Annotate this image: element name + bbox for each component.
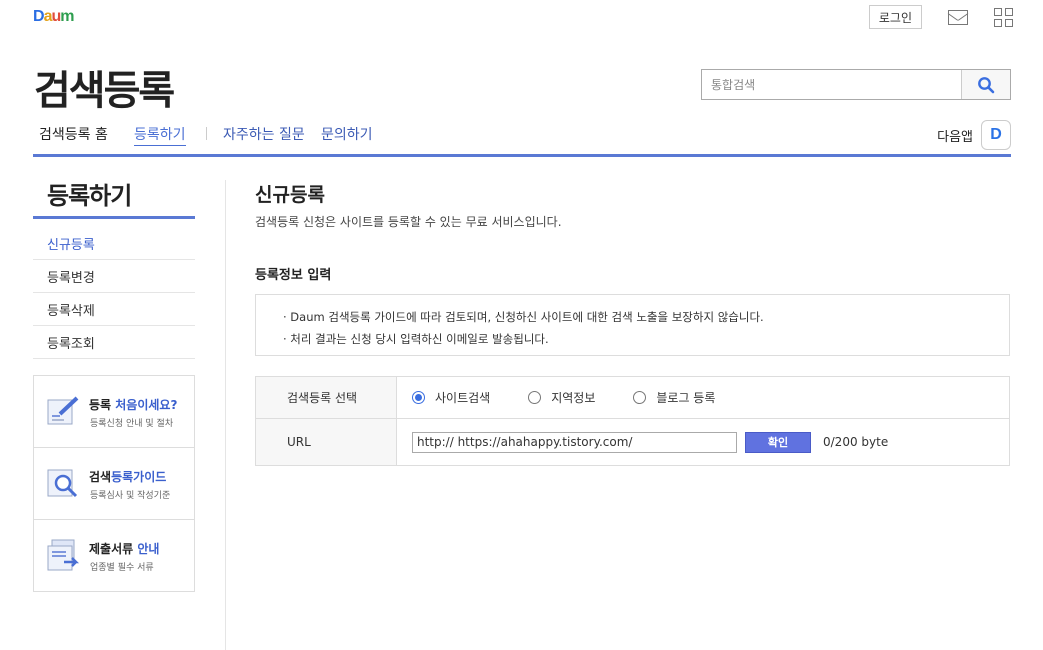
sidebar-item-new[interactable]: 신규등록 [33,227,195,260]
info-links: 등록 처음이세요? 등록신청 안내 및 절차 검색등록가이드 등록심사 및 작성… [33,375,195,592]
top-utility: 로그인 [868,5,1013,29]
sidebar-menu: 신규등록 등록변경 등록삭제 등록조회 [33,227,195,359]
url-controls: 확인 0/200 byte [397,419,1009,465]
main-nav: 검색등록 홈 등록하기 자주하는 질문 문의하기 다음앱 D [33,118,1011,157]
radio-label: 사이트검색 [435,391,491,405]
daum-app-label: 다음앱 [937,129,973,145]
section-title: 등록정보 입력 [255,268,332,283]
sidebar-title-underline [33,216,195,219]
radio-blog[interactable]: 블로그 등록 [633,389,715,406]
nav-register[interactable]: 등록하기 [134,124,186,146]
logo-letter: D [33,8,45,25]
radio-circle[interactable] [528,391,542,404]
search-box [701,69,1011,100]
page-title: 검색등록 [34,68,175,114]
sidebar-title: 등록하기 [47,182,132,210]
daum-logo[interactable]: Daum [33,8,75,26]
info-first-time[interactable]: 등록 처음이세요? 등록신청 안내 및 절차 [34,376,194,448]
nav-faq[interactable]: 자주하는 질문 [223,124,305,144]
logo-letter: u [51,8,61,25]
login-button[interactable]: 로그인 [868,5,922,29]
app-grid-icon[interactable] [994,7,1013,27]
nav-divider [206,127,207,140]
search-icon [978,76,995,93]
type-options: 사이트검색 지역정보 블로그 등록 [397,377,1009,418]
form-pen-icon [47,396,79,425]
info-documents[interactable]: 제출서류 안내 업종별 필수 서류 [34,520,194,592]
url-label: URL [256,419,397,465]
mail-icon[interactable] [948,9,968,25]
document-arrow-icon [47,539,80,571]
byte-counter: 0/200 byte [823,435,889,449]
type-label: 검색등록 선택 [256,377,397,418]
radio-circle[interactable] [412,391,425,404]
info-guide-sub: 등록심사 및 작성기준 [90,491,171,501]
info-first-time-title: 등록 처음이세요? [89,398,178,412]
guide-search-icon [47,469,78,498]
sidebar-item-delete[interactable]: 등록삭제 [33,293,195,326]
search-input[interactable] [702,70,961,99]
logo-letter: m [60,8,74,25]
daum-app-link[interactable]: 다음앱 D [937,120,1011,150]
confirm-button[interactable]: 확인 [745,431,811,453]
info-first-time-sub: 등록신청 안내 및 절차 [90,419,174,429]
info-guide-title: 검색등록가이드 [89,470,167,484]
logo-letter: a [43,8,53,25]
info-documents-title: 제출서류 안내 [89,542,160,556]
url-input[interactable] [412,431,737,453]
nav-home[interactable]: 검색등록 홈 [39,124,108,144]
radio-local-info[interactable]: 지역정보 [528,389,595,406]
notice-box: · Daum 검색등록 가이드에 따라 검토되며, 신청하신 사이트에 대한 검… [255,294,1010,356]
form-row-url: URL 확인 0/200 byte [256,419,1009,465]
content-divider [225,180,226,650]
registration-form: 검색등록 선택 사이트검색 지역정보 블로그 등록 URL 확인 0/200 b… [255,376,1010,466]
search-button[interactable] [961,70,1010,99]
sidebar-item-change[interactable]: 등록변경 [33,260,195,293]
main-description: 검색등록 신청은 사이트를 등록할 수 있는 무료 서비스입니다. [255,215,562,229]
sidebar-item-lookup[interactable]: 등록조회 [33,326,195,359]
radio-circle[interactable] [633,391,647,404]
daum-app-icon: D [981,120,1011,150]
radio-label: 지역정보 [551,391,596,405]
main-title: 신규등록 [255,184,325,206]
nav-inquiry[interactable]: 문의하기 [321,124,373,144]
notice-line: · 처리 결과는 신청 당시 입력하신 이메일로 발송됩니다. [283,332,549,346]
info-guide[interactable]: 검색등록가이드 등록심사 및 작성기준 [34,448,194,520]
form-row-type: 검색등록 선택 사이트검색 지역정보 블로그 등록 [256,377,1009,419]
radio-site-search[interactable]: 사이트검색 [412,389,490,406]
notice-line: · Daum 검색등록 가이드에 따라 검토되며, 신청하신 사이트에 대한 검… [283,310,764,324]
radio-label: 블로그 등록 [656,391,716,405]
info-documents-sub: 업종별 필수 서류 [90,563,154,573]
